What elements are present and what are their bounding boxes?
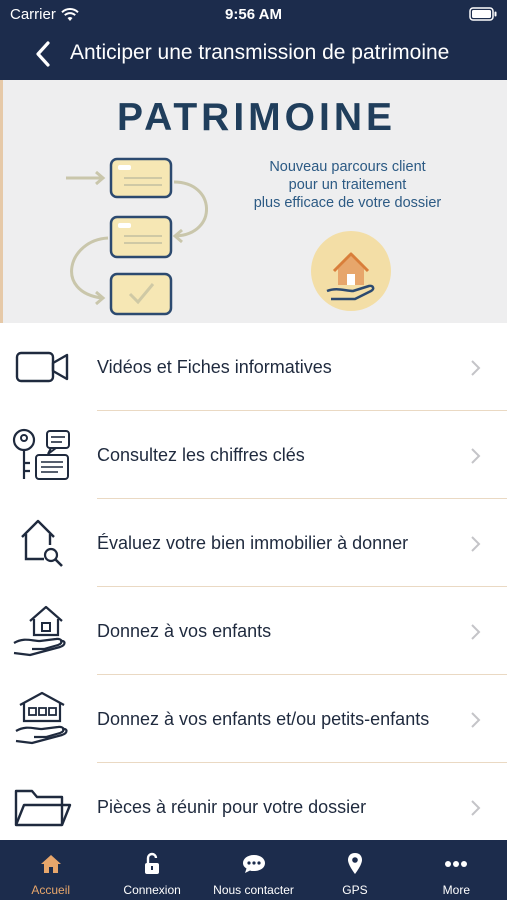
chevron-right-icon [471,448,481,464]
tab-label: Connexion [123,883,181,897]
key-document-icon [12,428,70,480]
banner-tagline-line: Nouveau parcours client [269,159,426,175]
list-item[interactable]: Donnez à vos enfants et/ou petits-enfant… [0,675,507,763]
patrimoine-banner: PATRIMOINE Nouveau parcours client pour … [0,80,507,323]
list-item[interactable]: Vidéos et Fiches informatives [0,323,507,411]
hand-house-illustration [311,231,391,311]
list-item[interactable]: Consultez les chiffres clés [0,411,507,499]
tab-label: GPS [342,883,368,897]
list-item[interactable]: Évaluez votre bien immobilier à donner [0,499,507,587]
chat-bubble-icon [242,855,265,873]
list-item-label: Évaluez votre bien immobilier à donner [97,533,409,553]
battery-icon [469,7,497,21]
hand-house-icon [13,605,66,657]
unlock-icon [145,852,160,874]
list-item-label: Pièces à réunir pour votre dossier [97,797,367,817]
chevron-right-icon [471,624,481,640]
menu-list: Vidéos et Fiches informatives Consultez … [0,323,507,851]
tab-label: More [442,883,470,897]
chevron-right-icon [471,536,481,552]
back-chevron-icon[interactable] [30,40,58,68]
tab-accueil[interactable]: Accueil [0,840,101,900]
tab-gps[interactable]: GPS [304,840,405,900]
house-search-icon [21,519,63,567]
page-title: Anticiper une transmission de patrimoine [70,41,450,64]
chevron-right-icon [471,712,481,728]
list-item-label: Donnez à vos enfants et/ou petits-enfant… [97,709,430,729]
list-item[interactable]: Donnez à vos enfants [0,587,507,675]
tab-label: Accueil [31,883,71,897]
list-item-label: Vidéos et Fiches informatives [97,357,332,377]
chevron-right-icon [471,800,481,816]
banner-brand: PATRIMOINE [116,96,397,139]
tab-connexion[interactable]: Connexion [101,840,202,900]
banner-tagline-line: plus efficace de votre dossier [253,195,442,211]
process-flow-illustration [66,157,208,316]
banner-tagline: Nouveau parcours client pour un traiteme… [235,158,460,212]
chevron-right-icon [471,360,481,376]
navigation-bar: Anticiper une transmission de patrimoine [0,28,507,80]
home-icon [40,855,61,873]
location-pin-icon [347,853,362,874]
tab-bar: Accueil Connexion Nous contacter GPS Mor… [0,840,507,900]
clock: 9:56 AM [225,6,282,23]
folder-icon [14,789,72,827]
list-item[interactable]: Pièces à réunir pour votre dossier [0,763,507,851]
list-item-label: Donnez à vos enfants [97,621,272,641]
tab-nous-contacter[interactable]: Nous contacter [203,840,304,900]
tab-label: Nous contacter [213,883,294,897]
hand-building-icon [15,691,68,745]
status-bar: Carrier 9:56 AM [0,0,507,28]
more-dots-icon [445,861,468,867]
video-camera-icon [15,351,69,383]
banner-tagline-line: pour un traitement [288,177,407,193]
tab-more[interactable]: More [406,840,507,900]
list-item-label: Consultez les chiffres clés [97,445,305,465]
